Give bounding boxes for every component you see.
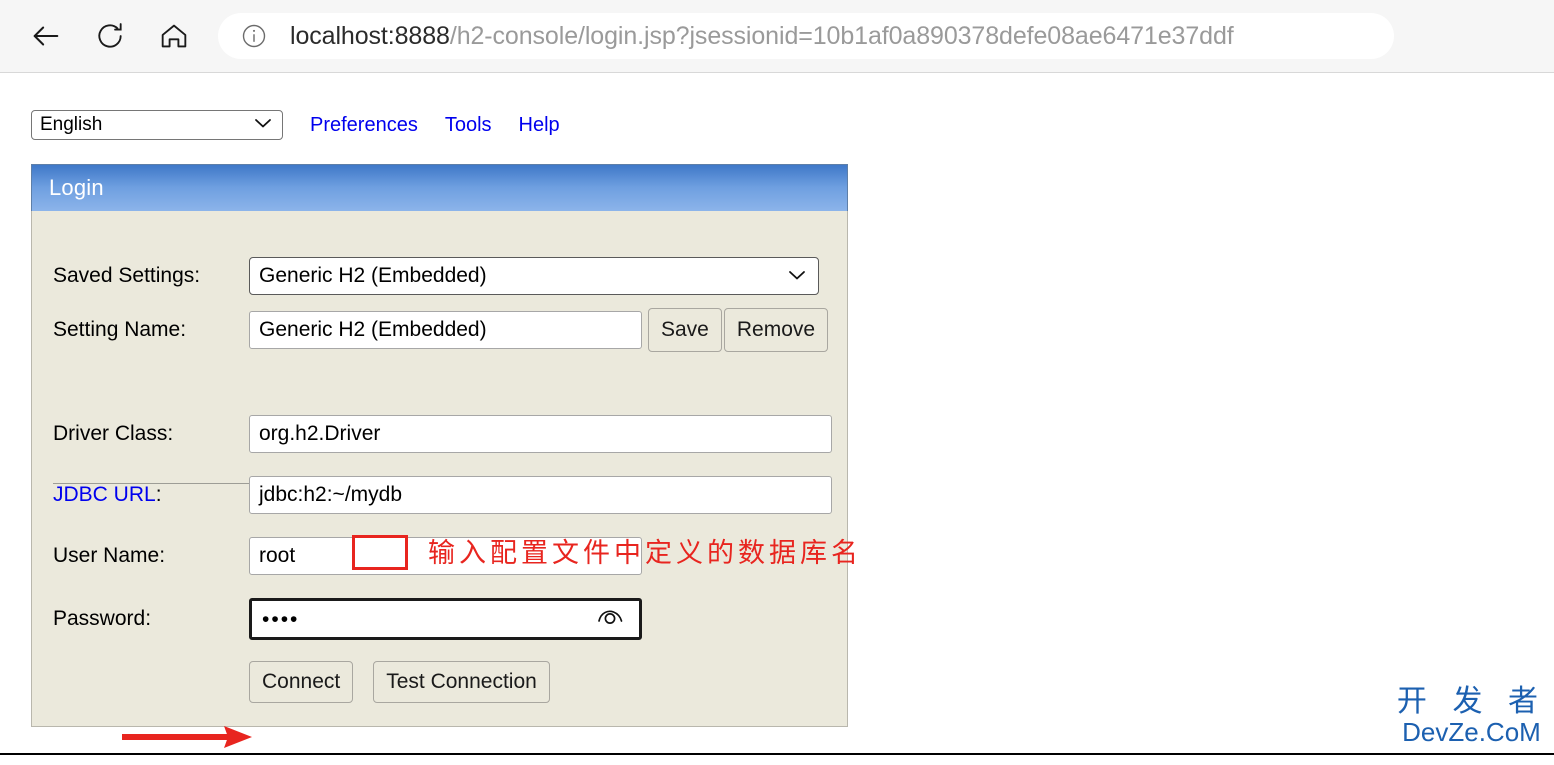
home-icon	[158, 20, 190, 52]
user-name-value: root	[259, 544, 296, 567]
back-button[interactable]	[20, 10, 72, 62]
url-host: localhost:8888	[290, 21, 450, 50]
password-row: Password: ••••	[53, 598, 642, 640]
saved-settings-label: Saved Settings:	[53, 264, 201, 287]
jdbc-url-input[interactable]: jdbc:h2:~/mydb	[249, 476, 832, 514]
url-path: /h2-console/login.jsp?jsessionid=10b1af0…	[449, 21, 1234, 50]
setting-name-label: Setting Name:	[53, 318, 187, 341]
info-icon[interactable]	[240, 22, 268, 50]
reload-button[interactable]	[84, 10, 136, 62]
chevron-down-icon	[787, 264, 807, 288]
watermark-en: DevZe.CoM	[1402, 717, 1541, 747]
setting-name-value: Generic H2 (Embedded)	[259, 318, 487, 341]
login-form: Saved Settings: Generic H2 (Embedded) Se…	[32, 211, 847, 726]
h2-toolbar: English Preferences Tools Help	[31, 110, 560, 140]
driver-class-row: Driver Class: org.h2.Driver	[53, 415, 832, 453]
page-content: English Preferences Tools Help Login Sav…	[0, 73, 1554, 753]
jdbc-url-label[interactable]: JDBC URL:	[53, 483, 249, 507]
jdbc-url-label-text: JDBC URL	[53, 483, 156, 506]
save-button[interactable]: Save	[648, 308, 722, 352]
form-actions: Connect Test Connection	[249, 661, 550, 703]
driver-class-label: Driver Class:	[53, 422, 174, 445]
password-input[interactable]: ••••	[249, 598, 642, 640]
reload-icon	[94, 20, 126, 52]
chevron-down-icon	[253, 114, 273, 136]
password-value: ••••	[262, 607, 300, 631]
driver-class-value: org.h2.Driver	[259, 422, 381, 445]
saved-settings-value: Generic H2 (Embedded)	[259, 264, 487, 287]
driver-class-input[interactable]: org.h2.Driver	[249, 415, 832, 453]
tools-link[interactable]: Tools	[445, 114, 492, 137]
browser-toolbar: localhost:8888/h2-console/login.jsp?jses…	[0, 0, 1554, 73]
setting-name-input[interactable]: Generic H2 (Embedded)	[249, 311, 642, 349]
help-link[interactable]: Help	[519, 114, 560, 137]
home-button[interactable]	[148, 10, 200, 62]
login-panel: Login Saved Settings: Generic H2 (Embedd…	[31, 164, 848, 727]
back-arrow-icon	[29, 19, 63, 53]
annotation-note: 输入配置文件中定义的数据库名	[428, 538, 862, 569]
jdbc-url-value: jdbc:h2:~/mydb	[259, 483, 403, 506]
page-title: Login	[49, 175, 104, 200]
password-label: Password:	[53, 607, 152, 630]
preferences-link[interactable]: Preferences	[310, 114, 418, 137]
user-name-label: User Name:	[53, 544, 166, 567]
jdbc-url-label-colon: :	[155, 483, 162, 506]
language-select[interactable]: English	[31, 110, 283, 140]
jdbc-url-row: JDBC URL: jdbc:h2:~/mydb	[53, 476, 832, 514]
login-panel-header: Login	[31, 164, 848, 211]
test-connection-button[interactable]: Test Connection	[373, 661, 550, 703]
eye-icon[interactable]	[595, 606, 625, 633]
viewport-bottom-edge	[0, 753, 1554, 765]
watermark: 开 发 者 DevZe.CoM	[1396, 684, 1546, 747]
saved-settings-select[interactable]: Generic H2 (Embedded)	[249, 257, 819, 295]
language-select-value: English	[40, 114, 103, 135]
saved-settings-row: Saved Settings: Generic H2 (Embedded)	[53, 257, 819, 295]
setting-name-row: Setting Name: Generic H2 (Embedded) Save…	[53, 308, 829, 352]
connect-button[interactable]: Connect	[249, 661, 354, 703]
watermark-cn: 开 发 者	[1396, 684, 1546, 719]
remove-button[interactable]: Remove	[723, 308, 829, 352]
url-text: localhost:8888/h2-console/login.jsp?jses…	[290, 22, 1234, 51]
address-bar[interactable]: localhost:8888/h2-console/login.jsp?jses…	[218, 13, 1394, 59]
